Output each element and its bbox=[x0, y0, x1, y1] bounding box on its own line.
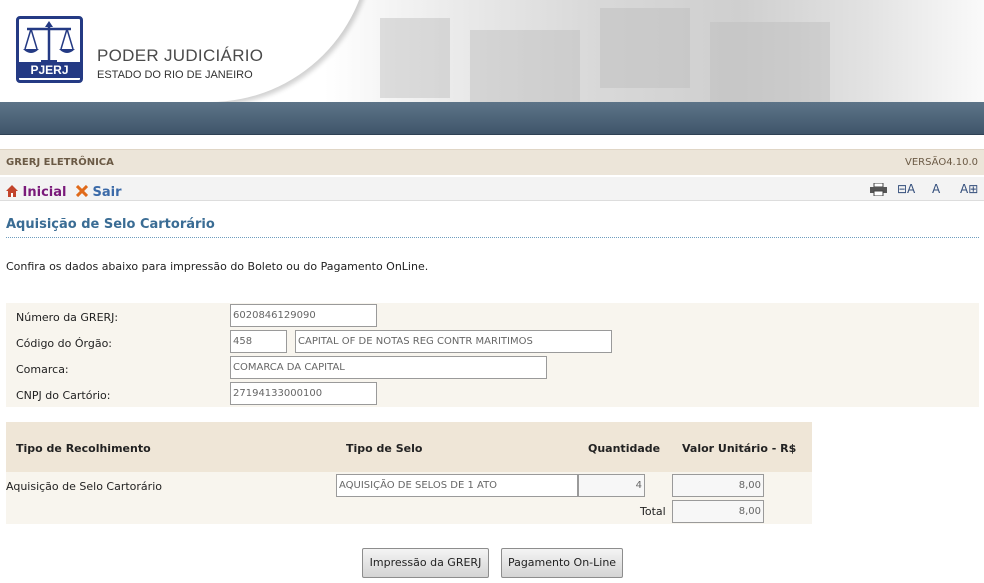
total-label: Total bbox=[640, 505, 666, 518]
pjerj-logo[interactable]: PJERJ bbox=[16, 16, 83, 83]
orgao-code-label: Código do Órgão: bbox=[16, 337, 113, 350]
system-version: VERSÃO4.10.0 bbox=[905, 157, 978, 168]
col-tipo-selo: Tipo de Selo bbox=[346, 442, 423, 455]
toolbar: Inicial Sair ⊟A A A⊞ bbox=[0, 177, 984, 201]
exit-link[interactable]: Sair bbox=[75, 184, 122, 200]
building-graphic bbox=[710, 22, 830, 102]
comarca-field[interactable]: COMARCA DA CAPITAL bbox=[230, 356, 547, 379]
fees-table-header: Tipo de Recolhimento Tipo de Selo Quanti… bbox=[6, 422, 812, 472]
intro-text: Confira os dados abaixo para impressão d… bbox=[6, 260, 429, 273]
building-graphic bbox=[380, 18, 450, 98]
system-name: GRERJ ELETRÔNICA bbox=[6, 157, 114, 168]
font-increase-button[interactable]: A⊞ bbox=[960, 182, 978, 196]
tipo-selo-field[interactable]: AQUISIÇÃO DE SELOS DE 1 ATO bbox=[336, 474, 578, 497]
home-icon bbox=[6, 185, 18, 197]
cnpj-label: CNPJ do Cartório: bbox=[16, 389, 111, 402]
grerj-number-label: Número da GRERJ: bbox=[16, 311, 119, 324]
exit-label: Sair bbox=[92, 185, 122, 200]
nav-bar bbox=[0, 102, 984, 135]
logo-text: PJERJ bbox=[19, 62, 80, 78]
org-title: PODER JUDICIÁRIO bbox=[97, 46, 264, 65]
cnpj-field[interactable]: 27194133000100 bbox=[230, 382, 377, 405]
org-subtitle: ESTADO DO RIO DE JANEIRO bbox=[97, 69, 253, 81]
building-graphic bbox=[600, 8, 690, 88]
valor-unitario-field[interactable]: 8,00 bbox=[672, 474, 764, 497]
grerj-info-panel: Número da GRERJ: 6020846129090 Código do… bbox=[6, 303, 979, 407]
title-divider bbox=[6, 237, 979, 238]
tipo-recolhimento-cell: Aquisição de Selo Cartorário bbox=[6, 480, 162, 493]
font-normal-button[interactable]: A bbox=[932, 182, 940, 196]
quantidade-field[interactable]: 4 bbox=[578, 474, 645, 497]
col-valor-unitario: Valor Unitário - R$ bbox=[682, 442, 797, 455]
home-link[interactable]: Inicial bbox=[6, 185, 66, 200]
site-header: PJERJ PODER JUDICIÁRIO ESTADO DO RIO DE … bbox=[0, 0, 984, 103]
total-field[interactable]: 8,00 bbox=[672, 500, 764, 523]
col-quantidade: Quantidade bbox=[588, 442, 661, 455]
page-title: Aquisição de Selo Cartorário bbox=[6, 217, 215, 232]
col-tipo-recolhimento: Tipo de Recolhimento bbox=[16, 442, 151, 455]
system-bar: GRERJ ELETRÔNICA VERSÃO4.10.0 bbox=[0, 149, 984, 175]
pay-online-button[interactable]: Pagamento On-Line bbox=[501, 548, 623, 578]
scales-of-justice-icon bbox=[23, 21, 75, 63]
building-graphic bbox=[470, 30, 580, 103]
grerj-number-field[interactable]: 6020846129090 bbox=[230, 304, 377, 327]
font-decrease-button[interactable]: ⊟A bbox=[897, 182, 915, 196]
print-button[interactable] bbox=[870, 182, 887, 199]
printer-icon bbox=[870, 182, 887, 197]
comarca-label: Comarca: bbox=[16, 363, 69, 376]
orgao-code-field[interactable]: 458 bbox=[230, 330, 287, 353]
orgao-name-field[interactable]: CAPITAL OF DE NOTAS REG CONTR MARITIMOS bbox=[295, 330, 612, 353]
table-row: Aquisição de Selo Cartorário AQUISIÇÃO D… bbox=[6, 472, 812, 524]
close-icon bbox=[75, 184, 89, 198]
print-grerj-button[interactable]: Impressão da GRERJ bbox=[362, 548, 489, 578]
home-label: Inicial bbox=[22, 185, 67, 200]
